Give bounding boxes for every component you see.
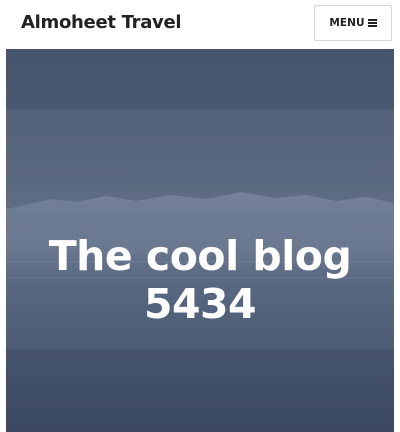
hero-banner: The cool blog 5434 — [6, 49, 394, 432]
hamburger-icon — [367, 19, 377, 27]
hero-title-line: 5434 — [143, 280, 257, 328]
menu-label: MENU — [329, 17, 365, 29]
site-header: Almoheet Travel MENU — [0, 0, 400, 47]
hero-title: The cool blog 5434 — [6, 232, 394, 328]
hero-title-line: The cool blog — [48, 232, 352, 280]
page: Almoheet Travel MENU The cool blog 5434 — [0, 0, 400, 432]
menu-button[interactable]: MENU — [314, 5, 392, 41]
site-title[interactable]: Almoheet Travel — [21, 12, 182, 34]
